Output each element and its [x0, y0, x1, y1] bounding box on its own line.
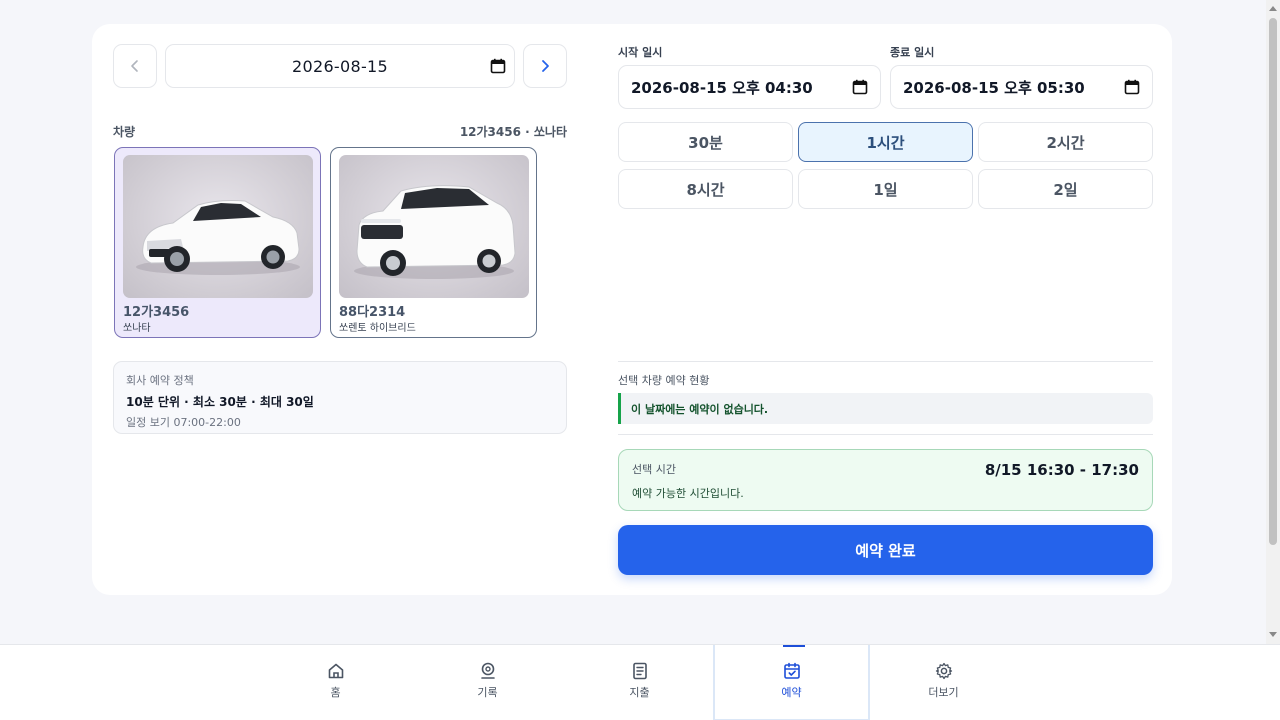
- receipt-icon: [632, 662, 647, 680]
- selection-range: 8/15 16:30 - 17:30: [984, 461, 1139, 479]
- nav-label: 예약: [781, 686, 802, 699]
- gear-icon: [935, 662, 952, 680]
- start-datetime-input[interactable]: 2026-08-15 오후 04:30: [618, 65, 881, 109]
- nav-history[interactable]: 기록: [409, 645, 566, 720]
- calendar-icon[interactable]: [852, 79, 868, 95]
- nav-label: 더보기: [928, 686, 959, 699]
- date-value: 2026-08-15: [292, 56, 388, 76]
- home-icon: [328, 663, 343, 679]
- vehicle-card-sorento[interactable]: 88다2314 쏘렌토 하이브리드: [330, 147, 537, 338]
- vehicle-photo: [123, 155, 313, 298]
- next-date-button[interactable]: [523, 44, 567, 88]
- nav-home[interactable]: 홈: [257, 645, 414, 720]
- duration-30min-button[interactable]: 30분: [618, 122, 793, 162]
- vehicle-model: 쏘렌토 하이브리드: [339, 323, 416, 334]
- duration-1day-button[interactable]: 1일: [798, 169, 973, 209]
- selected-vehicle-summary: 12가3456 · 쏘나타: [459, 125, 567, 139]
- vehicle-card-sonata[interactable]: 12가3456 쏘나타: [114, 147, 321, 338]
- chevron-right-icon: [542, 60, 549, 72]
- bottom-nav: 홈 기록 지출 예약 더보기: [0, 644, 1280, 720]
- duration-2hour-button[interactable]: 2시간: [978, 122, 1153, 162]
- map-pin-icon: [480, 662, 495, 679]
- divider: [618, 434, 1153, 435]
- status-label: 선택 차량 예약 현황: [618, 374, 710, 387]
- calendar-check-icon: [783, 662, 800, 679]
- end-datetime-input[interactable]: 2026-08-15 오후 05:30: [890, 65, 1153, 109]
- nav-more[interactable]: 더보기: [865, 645, 1022, 720]
- start-label: 시작 일시: [618, 46, 663, 59]
- start-datetime-value: 2026-08-15 오후 04:30: [631, 78, 813, 97]
- scrollbar-thumb[interactable]: [1269, 18, 1277, 545]
- policy-title: 회사 예약 정책: [126, 374, 194, 387]
- status-message: 이 날짜에는 예약이 없습니다.: [618, 393, 1153, 424]
- vehicle-model: 쏘나타: [123, 323, 151, 334]
- policy-sub: 일정 보기 07:00-22:00: [126, 416, 241, 429]
- calendar-icon[interactable]: [490, 58, 506, 74]
- nav-reservation[interactable]: 예약: [713, 645, 870, 720]
- scroll-up-arrow-icon[interactable]: [1269, 6, 1277, 11]
- policy-main: 10분 단위 · 최소 30분 · 최대 30일: [126, 395, 314, 409]
- policy-box: 회사 예약 정책 10분 단위 · 최소 30분 · 최대 30일 일정 보기 …: [113, 361, 567, 434]
- divider: [618, 361, 1153, 362]
- duration-8hour-button[interactable]: 8시간: [618, 169, 793, 209]
- duration-2day-button[interactable]: 2일: [978, 169, 1153, 209]
- nav-label: 지출: [629, 686, 650, 699]
- end-label: 종료 일시: [890, 46, 935, 59]
- chevron-left-icon: [131, 60, 138, 72]
- vehicle-photo: [339, 155, 529, 298]
- submit-reservation-button[interactable]: 예약 완료: [618, 525, 1153, 575]
- nav-expenses[interactable]: 지출: [561, 645, 718, 720]
- end-datetime-value: 2026-08-15 오후 05:30: [903, 78, 1085, 97]
- vehicle-label: 차량: [113, 125, 136, 139]
- scroll-down-arrow-icon[interactable]: [1269, 632, 1277, 637]
- prev-date-button[interactable]: [113, 44, 157, 88]
- selection-note: 예약 가능한 시간입니다.: [632, 487, 744, 500]
- selection-summary: 선택 시간 8/15 16:30 - 17:30 예약 가능한 시간입니다.: [618, 449, 1153, 511]
- duration-1hour-button[interactable]: 1시간: [798, 122, 973, 162]
- scrollbar[interactable]: [1266, 0, 1280, 644]
- vehicle-plate: 88다2314: [339, 305, 406, 320]
- nav-label: 기록: [477, 686, 498, 699]
- vehicle-plate: 12가3456: [123, 305, 190, 320]
- calendar-icon[interactable]: [1124, 79, 1140, 95]
- selection-label: 선택 시간: [632, 463, 676, 476]
- date-input[interactable]: 2026-08-15: [165, 44, 515, 88]
- nav-label: 홈: [330, 686, 341, 699]
